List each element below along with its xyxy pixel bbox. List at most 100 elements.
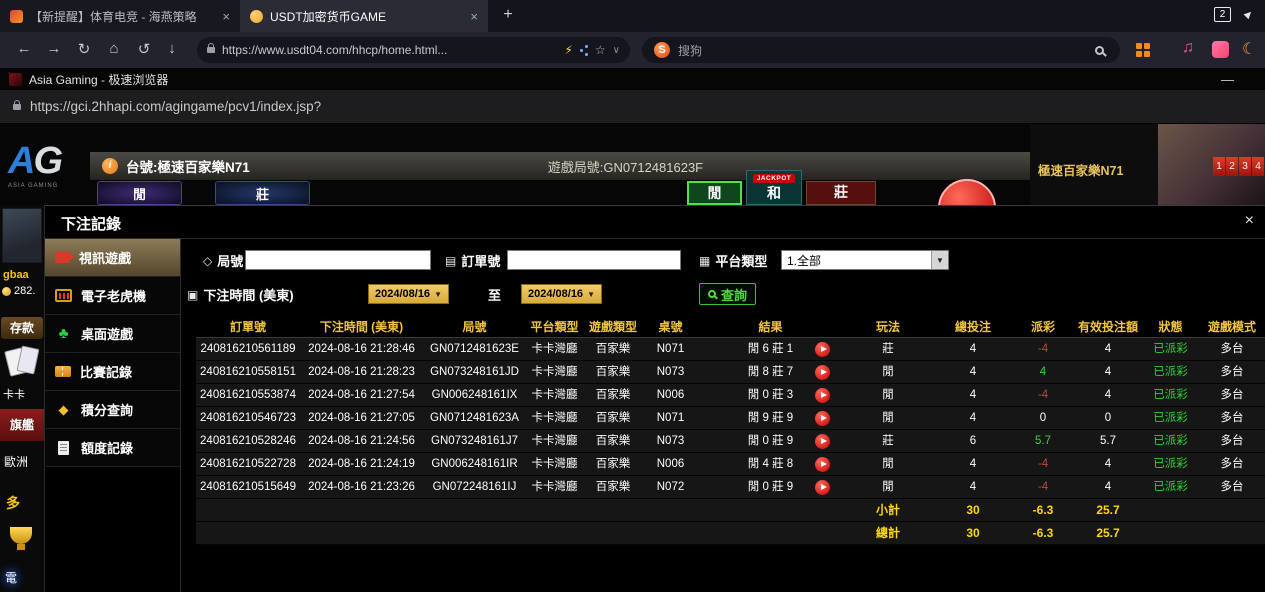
date-from-picker[interactable]: 2024/08/16 ▼ [368, 284, 449, 304]
replay-video-button[interactable] [815, 434, 830, 449]
table-tab-4[interactable]: 4 [1252, 157, 1264, 176]
tab-close-icon[interactable]: × [222, 9, 230, 24]
caret-down-icon: ▼ [936, 256, 944, 265]
window-count-badge[interactable]: 2 [1214, 7, 1231, 22]
chevron-down-icon[interactable]: ∨ [613, 45, 620, 56]
sidebar-item-points-inquiry[interactable]: ◆ 積分查詢 [45, 391, 180, 429]
cell-bet: 4 [933, 407, 1013, 430]
address-bar[interactable]: https://www.usdt04.com/hhcp/home.html...… [197, 37, 630, 63]
browser-tab-usdt-game[interactable]: USDT加密货币GAME × [240, 0, 488, 32]
sidebar-item-video-games[interactable]: 視訊遊戲 [45, 239, 180, 277]
apps-grid-icon[interactable] [1136, 43, 1151, 57]
sidebar-item-table-games[interactable]: ♣ 桌面遊戲 [45, 315, 180, 353]
table-tab-1[interactable]: 1 [1213, 157, 1225, 176]
refresh-button[interactable]: ↻ [74, 40, 94, 58]
cell-table: N073 [643, 361, 698, 384]
sidebar-item-slots[interactable]: 電子老虎機 [45, 277, 180, 315]
cell-mode: 多台 [1198, 407, 1265, 430]
browser-window: 【新提醒】体育电竞 - 海燕策略 × USDT加密货币GAME × + 2 ▲ … [0, 0, 1265, 592]
replay-video-button[interactable] [815, 365, 830, 380]
query-button[interactable]: 查詢 [699, 283, 756, 305]
cell-status: 已派彩 [1143, 476, 1198, 499]
table-tab-2[interactable]: 2 [1226, 157, 1238, 176]
back-button[interactable]: ← [14, 40, 34, 57]
search-bar[interactable]: S 搜狗 [642, 37, 1120, 63]
table-tab-3[interactable]: 3 [1239, 157, 1251, 176]
bet-banker-button[interactable]: 莊 [806, 181, 876, 205]
avatar[interactable] [2, 208, 42, 263]
column-header-valid: 有效投注額 [1073, 318, 1143, 335]
order-number-input[interactable] [508, 251, 680, 269]
cell-result: 閒 8 莊 7 [698, 361, 843, 384]
share-icon[interactable] [580, 49, 583, 52]
video-app-icon[interactable] [1212, 41, 1229, 58]
search-icon[interactable] [1095, 46, 1104, 55]
column-header-bet: 總投注 [933, 318, 1013, 335]
lobby-tab-europe[interactable]: 歐洲 [4, 453, 28, 470]
replay-video-button[interactable] [815, 388, 830, 403]
bet-record-row: 2408162105156492024-08-16 21:23:26GN0722… [196, 476, 1265, 499]
tab-favicon [10, 10, 23, 23]
platform-type-select[interactable]: 1.全部 ▼ [781, 250, 949, 270]
cell-time: 2024-08-16 21:28:46 [300, 338, 423, 361]
lobby-tab-kaka[interactable]: 卡卡 [3, 386, 25, 402]
music-icon[interactable]: ♫ [1182, 39, 1194, 57]
date-to-picker[interactable]: 2024/08/16 ▼ [521, 284, 602, 304]
cell-platform: 卡卡灣廳 [526, 407, 583, 430]
bet-player-button[interactable]: 閒 [687, 181, 742, 205]
lobby-tab-flagship[interactable]: 旗艦 [0, 409, 44, 441]
forward-button[interactable]: → [44, 40, 64, 57]
popup-window-title: Asia Gaming - 极速浏览器 [29, 71, 168, 88]
replay-video-button[interactable] [815, 411, 830, 426]
popup-address-bar[interactable]: https://gci.2hhapi.com/agingame/pcv1/ind… [0, 90, 1265, 124]
browser-tab-sports[interactable]: 【新提醒】体育电竞 - 海燕策略 × [0, 0, 240, 32]
cell-bet: 4 [933, 384, 1013, 407]
new-tab-button[interactable]: + [498, 6, 518, 24]
close-modal-button[interactable]: × [1245, 212, 1254, 230]
bet-spot-player[interactable]: 閒 [97, 181, 182, 205]
lobby-tab-multi[interactable]: 多 [6, 493, 20, 513]
cell-table: N006 [643, 384, 698, 407]
sidebar-label: 積分查詢 [81, 400, 133, 419]
cell-result: 閒 0 莊 9 [698, 476, 843, 499]
bookmark-star-icon[interactable]: ☆ [595, 43, 606, 57]
column-header-play: 玩法 [843, 318, 933, 335]
subtotal-valid: 25.7 [1073, 499, 1143, 522]
cell-status: 已派彩 [1143, 361, 1198, 384]
deposit-button[interactable]: 存款 [1, 317, 43, 339]
trophy-icon[interactable] [10, 527, 32, 544]
cell-bet: 4 [933, 338, 1013, 361]
undo-icon[interactable]: ↺ [134, 40, 154, 58]
tab-close-icon[interactable]: × [470, 9, 478, 24]
coin-icon [2, 287, 11, 296]
download-icon[interactable]: ↓ [162, 40, 182, 57]
modal-main: ◇ 局號 ▤ 訂單號 ▦ 平台類型 [181, 239, 1265, 592]
cell-status: 已派彩 [1143, 407, 1198, 430]
rocket-icon[interactable]: ▲ [1240, 5, 1258, 23]
cell-game: 百家樂 [583, 384, 643, 407]
select-dropdown-button[interactable]: ▼ [931, 251, 948, 269]
sidebar-item-credit-records[interactable]: 額度記錄 [45, 429, 180, 467]
search-engine-label: 搜狗 [678, 42, 1087, 59]
night-mode-icon[interactable]: ☾ [1242, 39, 1256, 59]
lightning-icon[interactable]: ⚡ [564, 43, 572, 57]
document-icon [58, 441, 69, 455]
replay-video-button[interactable] [815, 342, 830, 357]
cell-table: N071 [643, 338, 698, 361]
cell-valid: 4 [1073, 338, 1143, 361]
asia-gaming-favicon [9, 73, 22, 86]
cell-platform: 卡卡灣廳 [526, 361, 583, 384]
lobby-tab-egame[interactable]: 電 [5, 569, 17, 586]
sidebar-item-match-records[interactable]: 比賽記錄 [45, 353, 180, 391]
replay-video-button[interactable] [815, 480, 830, 495]
search-icon [708, 290, 716, 298]
club-suit-icon: ♣ [55, 325, 72, 342]
bet-record-row: 2408162105227282024-08-16 21:24:19GN0062… [196, 453, 1265, 476]
bet-tie-button[interactable]: JACKPOT 和 [746, 170, 802, 205]
minimize-button[interactable]: — [1221, 72, 1234, 87]
popup-title-bar: Asia Gaming - 极速浏览器 — [0, 68, 1265, 90]
replay-video-button[interactable] [815, 457, 830, 472]
bet-spot-banker[interactable]: 莊 [215, 181, 310, 205]
home-button[interactable]: ⌂ [104, 40, 124, 57]
round-number-input[interactable] [246, 251, 430, 269]
